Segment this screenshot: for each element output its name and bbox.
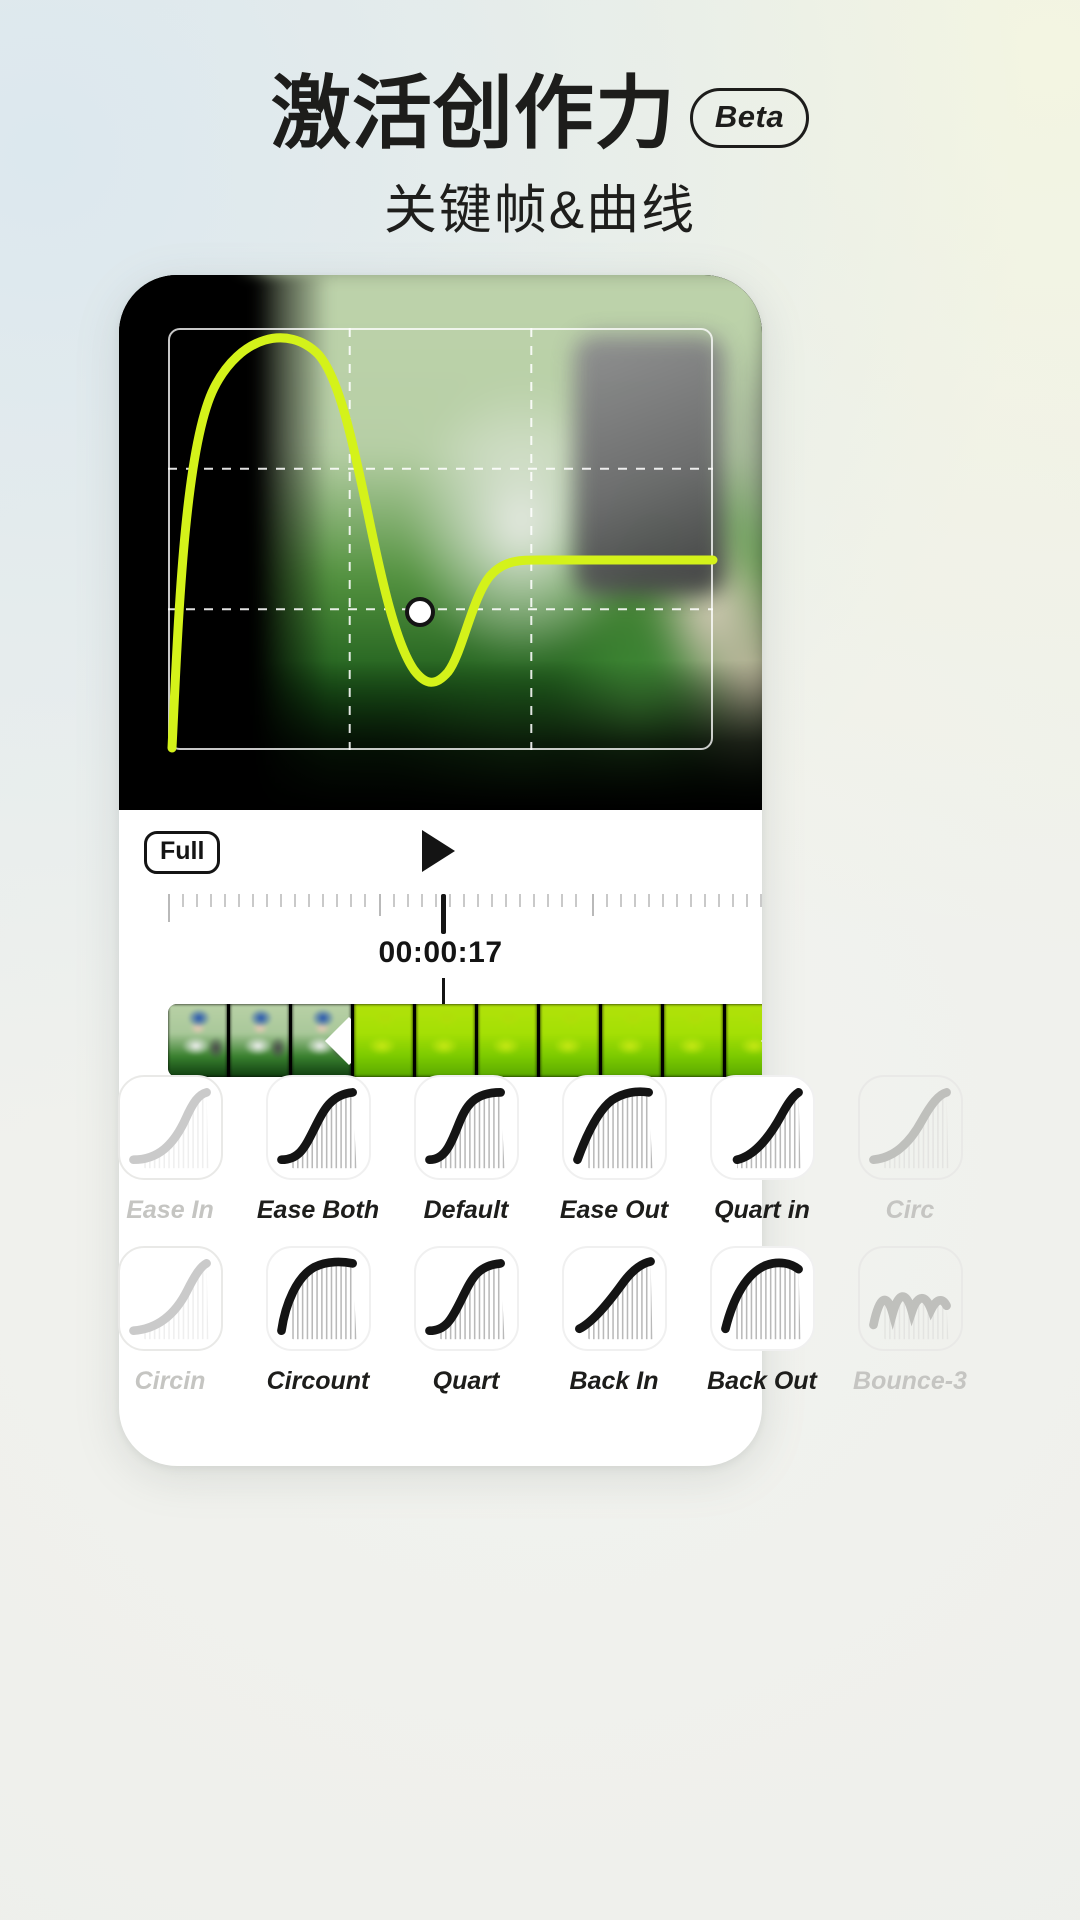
easing-preset-ease-both[interactable]: Ease Both xyxy=(244,1075,392,1225)
easing-preset-label: Back Out xyxy=(707,1367,817,1395)
easing-preset-card[interactable] xyxy=(857,1075,963,1180)
easing-curve-icon xyxy=(868,1088,951,1169)
easing-preset-label: Back In xyxy=(569,1367,659,1395)
easing-curve-icon xyxy=(732,1088,803,1169)
easing-preset-card[interactable] xyxy=(561,1075,667,1180)
preset-row-1: Ease In Ease Both Default Ease Out Quart in C… xyxy=(0,1075,1080,1225)
filmstrip-frame[interactable] xyxy=(292,1004,354,1077)
filmstrip-frame-selected[interactable] xyxy=(416,1004,478,1077)
keyframe-marker-end[interactable] xyxy=(760,1016,762,1066)
easing-curve-path xyxy=(167,333,718,753)
easing-preset-card[interactable] xyxy=(413,1246,519,1351)
page-title: 激活创作力 xyxy=(270,69,676,158)
easing-curve-icon xyxy=(720,1258,803,1340)
easing-preset-circ[interactable]: Circ xyxy=(836,1075,984,1225)
easing-preset-circ-out[interactable]: Circount xyxy=(244,1246,392,1396)
selected-keyframe-dot[interactable] xyxy=(405,597,435,627)
easing-preset-panel: Ease In Ease Both Default Ease Out Quart in C… xyxy=(0,1075,1080,1396)
easing-preset-back-out[interactable]: Back Out xyxy=(688,1246,836,1396)
curve-editor[interactable] xyxy=(167,328,718,753)
filmstrip-frame-selected[interactable] xyxy=(540,1004,602,1077)
curve-grid xyxy=(168,328,713,750)
easing-preset-label: Circ xyxy=(885,1196,935,1224)
easing-preset-label: Circount xyxy=(266,1367,370,1395)
easing-preset-label: Ease Out xyxy=(559,1196,669,1224)
title-row: 激活创作力 Beta xyxy=(0,74,1080,154)
timeline-ruler[interactable] xyxy=(168,892,762,926)
beta-badge: Beta xyxy=(689,88,810,148)
filmstrip-frame-selected[interactable] xyxy=(602,1004,664,1077)
easing-curve-icon xyxy=(128,1259,211,1340)
easing-preset-label: Bounce-3 xyxy=(853,1367,967,1395)
easing-preset-card[interactable] xyxy=(857,1246,963,1351)
easing-preset-label: Ease In xyxy=(126,1196,214,1224)
easing-curve-icon xyxy=(424,1088,505,1169)
scale-full-button[interactable]: Full xyxy=(144,831,221,874)
play-icon[interactable] xyxy=(422,830,455,872)
easing-preset-quart-in[interactable]: Quart in xyxy=(688,1075,836,1225)
easing-curve-icon xyxy=(868,1292,951,1340)
page-header: 激活创作力 Beta 关键帧&曲线 xyxy=(0,0,1080,244)
filmstrip-frame-selected[interactable] xyxy=(354,1004,416,1077)
easing-curve-icon xyxy=(128,1088,211,1169)
easing-preset-card[interactable] xyxy=(117,1246,223,1351)
easing-curve-icon xyxy=(572,1087,653,1169)
easing-preset-label: Ease Both xyxy=(256,1196,380,1224)
easing-preset-circ-in[interactable]: Circin xyxy=(96,1246,244,1396)
easing-preset-back-in[interactable]: Back In xyxy=(540,1246,688,1396)
filmstrip-frame[interactable] xyxy=(230,1004,292,1077)
curve-graph xyxy=(167,328,718,753)
easing-preset-label: Default xyxy=(423,1196,509,1224)
easing-preset-card[interactable] xyxy=(561,1246,667,1351)
easing-preset-quart[interactable]: Quart xyxy=(392,1246,540,1396)
player-controls: Full xyxy=(119,810,762,892)
easing-preset-card[interactable] xyxy=(413,1075,519,1180)
video-preview[interactable] xyxy=(119,275,762,810)
preset-row-2: Circin Circount Quart Back In Back Out Bounce… xyxy=(0,1246,1080,1396)
easing-curve-icon xyxy=(276,1088,357,1169)
easing-preset-card[interactable] xyxy=(709,1246,815,1351)
easing-preset-ease-out[interactable]: Ease Out xyxy=(540,1075,688,1225)
easing-preset-label: Circin xyxy=(134,1367,206,1395)
easing-preset-label: Quart xyxy=(432,1367,500,1395)
easing-preset-card[interactable] xyxy=(709,1075,815,1180)
easing-preset-default[interactable]: Default xyxy=(392,1075,540,1225)
easing-preset-ease-in[interactable]: Ease In xyxy=(96,1075,244,1225)
timeline[interactable]: 00:00:17 xyxy=(119,892,762,1097)
easing-preset-bounce[interactable]: Bounce-3 xyxy=(836,1246,984,1396)
easing-curve-icon xyxy=(574,1257,655,1340)
page-subtitle: 关键帧&曲线 xyxy=(383,181,697,240)
playhead-top[interactable] xyxy=(441,894,446,934)
timecode-label: 00:00:17 xyxy=(378,936,503,969)
filmstrip-frame-selected[interactable] xyxy=(726,1004,762,1077)
easing-preset-card[interactable] xyxy=(265,1246,371,1351)
filmstrip-frame-selected[interactable] xyxy=(478,1004,540,1077)
easing-preset-card[interactable] xyxy=(117,1075,223,1180)
filmstrip-frame-selected[interactable] xyxy=(664,1004,726,1077)
easing-preset-label: Quart in xyxy=(714,1196,810,1224)
easing-curve-icon xyxy=(424,1259,505,1340)
filmstrip-track[interactable] xyxy=(168,1004,762,1077)
filmstrip-frame[interactable] xyxy=(168,1004,230,1077)
easing-curve-icon xyxy=(276,1257,357,1340)
easing-preset-card[interactable] xyxy=(265,1075,371,1180)
